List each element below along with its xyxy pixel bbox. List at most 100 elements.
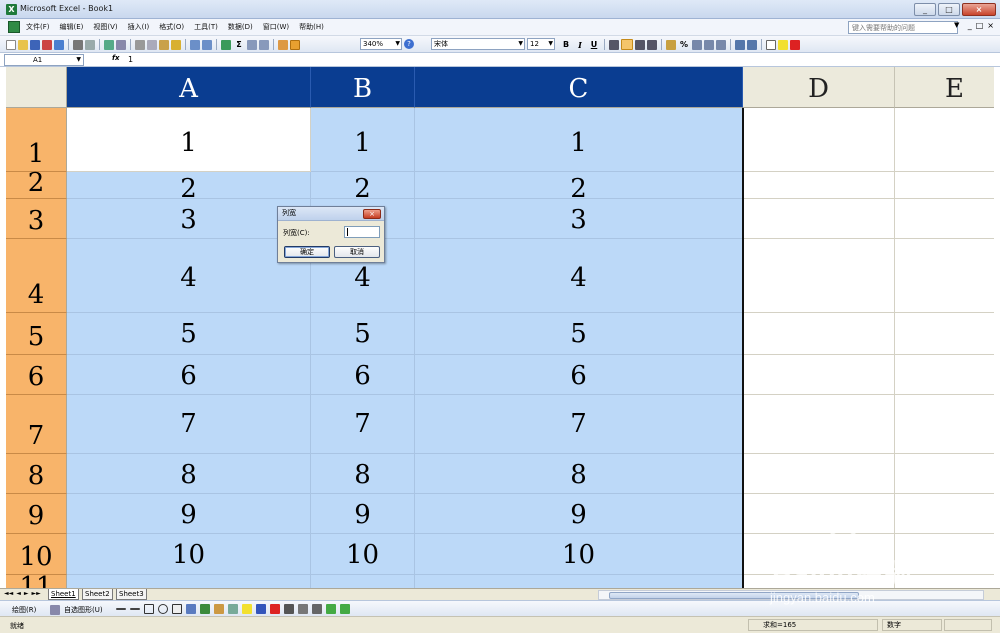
merge-center-icon[interactable] bbox=[647, 39, 657, 50]
spelling-icon[interactable] bbox=[104, 39, 114, 50]
cell-e10[interactable] bbox=[895, 534, 994, 575]
cell-a11[interactable] bbox=[67, 575, 311, 588]
row-header-9[interactable]: 9 bbox=[6, 494, 67, 534]
maximize-button[interactable]: □ bbox=[938, 3, 960, 16]
cell-c10[interactable]: 10 bbox=[415, 534, 743, 575]
autosum-button[interactable]: Σ bbox=[233, 40, 245, 49]
wordart-icon[interactable] bbox=[186, 604, 196, 614]
draw-menu[interactable]: 绘图(R) bbox=[12, 605, 36, 615]
cell-c6[interactable]: 6 bbox=[415, 355, 743, 395]
3d-icon[interactable] bbox=[340, 604, 350, 614]
help-search-input[interactable]: 键入需要帮助的问题 bbox=[848, 21, 958, 34]
menu-view[interactable]: 视图(V) bbox=[93, 22, 117, 32]
cell-d10[interactable] bbox=[743, 534, 895, 575]
column-width-input[interactable] bbox=[344, 226, 380, 238]
horizontal-scrollbar[interactable] bbox=[598, 590, 984, 600]
sort-ascending-icon[interactable] bbox=[247, 39, 257, 50]
clip-art-icon[interactable] bbox=[214, 604, 224, 614]
cell-c8[interactable]: 8 bbox=[415, 454, 743, 494]
align-left-icon[interactable] bbox=[609, 39, 619, 50]
permission-icon[interactable] bbox=[42, 39, 52, 50]
save-icon[interactable] bbox=[30, 39, 40, 50]
close-button[interactable]: × bbox=[962, 3, 996, 16]
cell-b9[interactable]: 9 bbox=[311, 494, 415, 534]
menu-help[interactable]: 帮助(H) bbox=[299, 22, 324, 32]
font-size-select[interactable]: 12 ▼ bbox=[527, 38, 555, 50]
font-color-icon[interactable] bbox=[790, 39, 800, 50]
format-painter-icon[interactable] bbox=[171, 39, 181, 50]
cell-a6[interactable]: 6 bbox=[67, 355, 311, 395]
row-header-7[interactable]: 7 bbox=[6, 395, 67, 454]
scrollbar-thumb[interactable] bbox=[609, 592, 859, 599]
cell-e2[interactable] bbox=[895, 172, 994, 199]
cell-d2[interactable] bbox=[743, 172, 895, 199]
column-header-a[interactable]: A bbox=[67, 67, 311, 108]
undo-icon[interactable] bbox=[190, 39, 200, 50]
paste-icon[interactable] bbox=[159, 39, 169, 50]
cell-e7[interactable] bbox=[895, 395, 994, 454]
new-icon[interactable] bbox=[6, 39, 16, 50]
cell-c2[interactable]: 2 bbox=[415, 172, 743, 202]
cell-a9[interactable]: 9 bbox=[67, 494, 311, 534]
select-objects-icon[interactable] bbox=[50, 605, 60, 615]
shadow-icon[interactable] bbox=[326, 604, 336, 614]
fill-color-icon[interactable] bbox=[242, 604, 252, 614]
picture-icon[interactable] bbox=[228, 604, 238, 614]
cell-d3[interactable] bbox=[743, 199, 895, 239]
cell-e9[interactable] bbox=[895, 494, 994, 534]
column-header-b[interactable]: B bbox=[311, 67, 415, 108]
last-sheet-icon[interactable]: ►► bbox=[31, 590, 40, 597]
tab-sheet3[interactable]: Sheet3 bbox=[116, 589, 147, 600]
oval-icon[interactable] bbox=[158, 604, 168, 614]
menu-window[interactable]: 窗口(W) bbox=[263, 22, 289, 32]
cell-b11[interactable] bbox=[311, 575, 415, 588]
row-header-5[interactable]: 5 bbox=[6, 313, 67, 355]
tab-sheet2[interactable]: Sheet2 bbox=[82, 589, 113, 600]
fill-color-icon[interactable] bbox=[778, 39, 788, 50]
cell-c1[interactable]: 1 bbox=[415, 108, 743, 172]
text-box-icon[interactable] bbox=[172, 604, 182, 614]
ok-button[interactable]: 确定 bbox=[284, 246, 330, 258]
help-button[interactable]: ? bbox=[404, 39, 414, 49]
percent-button[interactable]: % bbox=[678, 40, 690, 49]
bold-button[interactable]: B bbox=[560, 40, 572, 49]
prev-sheet-icon[interactable]: ◄ bbox=[16, 590, 21, 597]
menu-tools[interactable]: 工具(T) bbox=[194, 22, 218, 32]
cell-c3[interactable]: 3 bbox=[415, 199, 743, 239]
cancel-button[interactable]: 取消 bbox=[334, 246, 380, 258]
help-dropdown-icon[interactable]: ▼ bbox=[954, 21, 959, 29]
align-center-icon[interactable] bbox=[621, 39, 633, 50]
sort-descending-icon[interactable] bbox=[259, 39, 269, 50]
tab-sheet1[interactable]: Sheet1 bbox=[48, 589, 79, 600]
cell-a7[interactable]: 7 bbox=[67, 395, 311, 454]
chart-wizard-icon[interactable] bbox=[278, 39, 288, 50]
open-icon[interactable] bbox=[18, 39, 28, 50]
print-icon[interactable] bbox=[73, 39, 83, 50]
cell-a1[interactable]: 1 bbox=[67, 108, 311, 172]
currency-icon[interactable] bbox=[666, 39, 676, 50]
comma-style-icon[interactable] bbox=[692, 39, 702, 50]
menu-insert[interactable]: 插入(I) bbox=[128, 22, 150, 32]
row-header-3[interactable]: 3 bbox=[6, 199, 67, 239]
align-right-icon[interactable] bbox=[635, 39, 645, 50]
cell-e8[interactable] bbox=[895, 454, 994, 494]
cell-e11[interactable] bbox=[895, 575, 994, 588]
cell-c7[interactable]: 7 bbox=[415, 395, 743, 454]
cell-e4[interactable] bbox=[895, 239, 994, 313]
first-sheet-icon[interactable]: ◄◄ bbox=[4, 590, 13, 597]
line-icon[interactable] bbox=[116, 608, 126, 610]
doc-restore-button[interactable]: □ bbox=[976, 21, 984, 30]
rectangle-icon[interactable] bbox=[144, 604, 154, 614]
cell-a5[interactable]: 5 bbox=[67, 313, 311, 355]
cell-b8[interactable]: 8 bbox=[311, 454, 415, 494]
row-header-8[interactable]: 8 bbox=[6, 454, 67, 494]
insert-function-icon[interactable]: fx bbox=[112, 54, 120, 62]
cell-a8[interactable]: 8 bbox=[67, 454, 311, 494]
row-header-11[interactable]: 11 bbox=[6, 574, 67, 588]
menu-format[interactable]: 格式(O) bbox=[159, 22, 184, 32]
cell-a4[interactable]: 4 bbox=[67, 239, 311, 313]
cell-a2[interactable]: 2 bbox=[67, 172, 311, 202]
cell-d1[interactable] bbox=[743, 108, 895, 172]
cell-c11[interactable] bbox=[415, 575, 743, 588]
cell-c4[interactable]: 4 bbox=[415, 239, 743, 313]
